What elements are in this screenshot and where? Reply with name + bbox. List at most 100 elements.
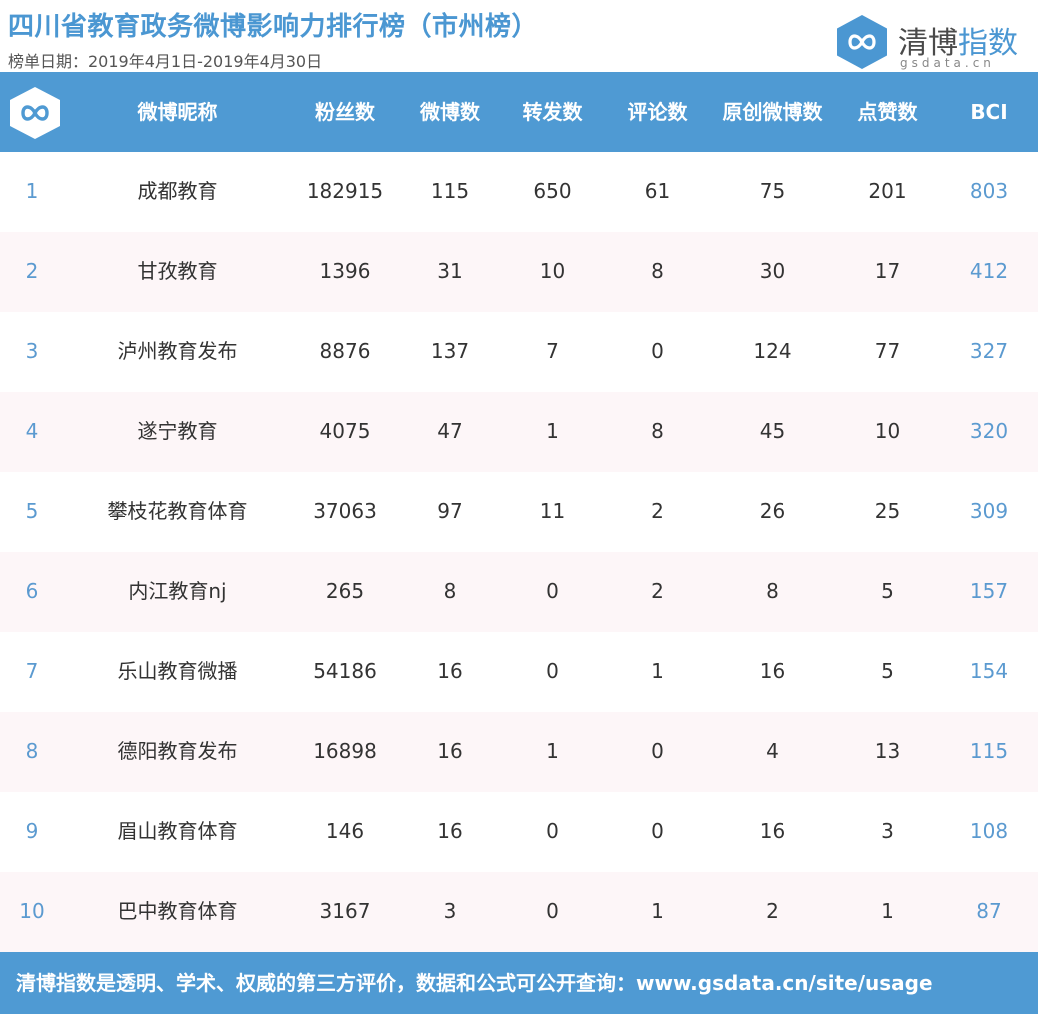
bci-cell: 87 <box>976 899 1002 923</box>
rank-cell: 7 <box>25 659 39 683</box>
nickname-cell[interactable]: 德阳教育发布 <box>80 712 275 792</box>
page-header: 四川省教育政务微博影响力排行榜（市州榜） 榜单日期：2019年4月1日-2019… <box>0 0 1038 72</box>
comments-cell: 1 <box>651 899 664 923</box>
table-row[interactable]: 6 内江教育nj 265 8 0 2 8 5 157 <box>0 552 1038 632</box>
rank-cell: 10 <box>19 899 45 923</box>
column-header-reposts[interactable]: 转发数 <box>500 72 605 152</box>
bci-cell: 309 <box>969 499 1009 523</box>
nickname-cell[interactable]: 成都教育 <box>80 152 275 232</box>
likes-cell: 1 <box>881 899 894 923</box>
fans-cell: 54186 <box>313 659 377 683</box>
column-header-comments[interactable]: 评论数 <box>605 72 710 152</box>
original-cell: 75 <box>759 179 786 203</box>
likes-cell: 17 <box>874 259 901 283</box>
likes-cell: 5 <box>881 659 894 683</box>
posts-cell: 16 <box>437 659 463 683</box>
fans-cell: 146 <box>325 819 365 843</box>
table-row[interactable]: 1 成都教育 182915 115 650 61 75 201 803 <box>0 152 1038 232</box>
likes-cell: 3 <box>881 819 894 843</box>
posts-cell: 115 <box>430 179 470 203</box>
brand-domain: gsdata.cn <box>900 56 995 70</box>
column-header-likes[interactable]: 点赞数 <box>835 72 940 152</box>
original-cell: 26 <box>759 499 786 523</box>
footer-note[interactable]: 清博指数是透明、学术、权威的第三方评价，数据和公式可公开查询：www.gsdat… <box>0 952 1038 1014</box>
fans-cell: 4075 <box>319 419 371 443</box>
nickname-cell[interactable]: 眉山教育体育 <box>80 792 275 872</box>
rank-cell: 2 <box>25 259 39 283</box>
posts-cell: 3 <box>443 899 457 923</box>
fans-cell: 265 <box>325 579 365 603</box>
brand-logo[interactable]: 清博指数 gsdata.cn <box>836 14 1036 70</box>
posts-cell: 16 <box>437 819 463 843</box>
table-row[interactable]: 5 攀枝花教育体育 37063 97 11 2 26 25 309 <box>0 472 1038 552</box>
posts-cell: 137 <box>430 339 470 363</box>
fans-cell: 3167 <box>319 899 371 923</box>
nickname-cell[interactable]: 内江教育nj <box>80 552 275 632</box>
reposts-cell: 0 <box>546 819 559 843</box>
table-row[interactable]: 7 乐山教育微播 54186 16 0 1 16 5 154 <box>0 632 1038 712</box>
comments-cell: 1 <box>651 659 664 683</box>
comments-cell: 8 <box>651 259 664 283</box>
posts-cell: 8 <box>443 579 457 603</box>
nickname-cell[interactable]: 乐山教育微播 <box>80 632 275 712</box>
nickname-cell[interactable]: 巴中教育体育 <box>80 872 275 952</box>
table-row[interactable]: 10 巴中教育体育 3167 3 0 1 2 1 87 <box>0 872 1038 952</box>
fans-cell: 8876 <box>319 339 371 363</box>
likes-cell: 25 <box>874 499 901 523</box>
nickname-cell[interactable]: 泸州教育发布 <box>80 312 275 392</box>
page-title: 四川省教育政务微博影响力排行榜（市州榜） <box>8 12 539 42</box>
original-cell: 2 <box>766 899 779 923</box>
column-header-nickname[interactable]: 微博昵称 <box>80 72 275 152</box>
likes-cell: 201 <box>868 179 907 203</box>
original-cell: 30 <box>759 259 786 283</box>
table-row[interactable]: 8 德阳教育发布 16898 16 1 0 4 13 115 <box>0 712 1038 792</box>
fans-cell: 1396 <box>319 259 371 283</box>
reposts-cell: 1 <box>546 739 559 763</box>
reposts-cell: 0 <box>546 899 559 923</box>
column-header-original[interactable]: 原创微博数 <box>710 72 835 152</box>
reposts-cell: 650 <box>533 179 572 203</box>
likes-cell: 5 <box>881 579 894 603</box>
posts-cell: 16 <box>437 739 463 763</box>
nickname-cell[interactable]: 甘孜教育 <box>80 232 275 312</box>
comments-cell: 0 <box>651 739 664 763</box>
table-row[interactable]: 2 甘孜教育 1396 31 10 8 30 17 412 <box>0 232 1038 312</box>
column-header-fans[interactable]: 粉丝数 <box>290 72 400 152</box>
table-row[interactable]: 3 泸州教育发布 8876 137 7 0 124 77 327 <box>0 312 1038 392</box>
infinity-hex-icon <box>837 15 887 69</box>
original-cell: 124 <box>753 339 792 363</box>
reposts-cell: 0 <box>546 579 559 603</box>
date-range: 榜单日期：2019年4月1日-2019年4月30日 <box>8 52 323 71</box>
bci-cell: 320 <box>969 419 1009 443</box>
bottom-margin <box>0 1014 1038 1033</box>
original-cell: 8 <box>766 579 779 603</box>
table-header: 微博昵称 粉丝数 微博数 转发数 评论数 原创微博数 点赞数 BCI <box>0 72 1038 152</box>
column-header-bci[interactable]: BCI <box>940 72 1038 152</box>
bci-cell: 108 <box>969 819 1009 843</box>
likes-cell: 13 <box>874 739 901 763</box>
posts-cell: 47 <box>437 419 463 443</box>
reposts-cell: 1 <box>546 419 559 443</box>
fans-cell: 16898 <box>313 739 377 763</box>
nickname-cell[interactable]: 攀枝花教育体育 <box>80 472 275 552</box>
bci-cell: 803 <box>969 179 1009 203</box>
table-row[interactable]: 9 眉山教育体育 146 16 0 0 16 3 108 <box>0 792 1038 872</box>
table-row[interactable]: 4 遂宁教育 4075 47 1 8 45 10 320 <box>0 392 1038 472</box>
bci-cell: 327 <box>969 339 1009 363</box>
comments-cell: 0 <box>651 339 664 363</box>
rank-cell: 3 <box>25 339 39 363</box>
column-header-posts[interactable]: 微博数 <box>400 72 500 152</box>
infinity-hex-icon <box>10 87 60 139</box>
original-cell: 4 <box>766 739 779 763</box>
nickname-cell[interactable]: 遂宁教育 <box>80 392 275 472</box>
fans-cell: 182915 <box>306 179 384 203</box>
original-cell: 16 <box>759 659 786 683</box>
original-cell: 16 <box>759 819 786 843</box>
bci-cell: 154 <box>969 659 1009 683</box>
original-cell: 45 <box>759 419 786 443</box>
comments-cell: 8 <box>651 419 664 443</box>
reposts-cell: 11 <box>539 499 566 523</box>
posts-cell: 97 <box>437 499 463 523</box>
bci-cell: 412 <box>969 259 1009 283</box>
rank-cell: 6 <box>25 579 39 603</box>
